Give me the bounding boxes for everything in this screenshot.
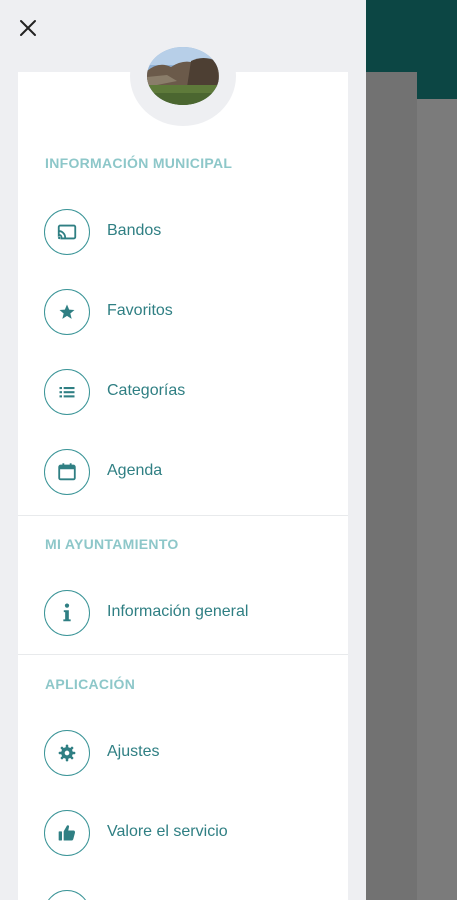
menu-item-valore-el-servicio[interactable]: Valore el servicio bbox=[18, 793, 348, 873]
gear-icon bbox=[58, 744, 76, 762]
thumbs-up-icon bbox=[58, 825, 75, 841]
municipality-avatar-ring bbox=[130, 26, 236, 126]
menu-item-icon-circle bbox=[44, 289, 90, 335]
close-button[interactable] bbox=[14, 14, 42, 42]
list-icon bbox=[59, 387, 75, 398]
close-icon bbox=[20, 20, 36, 36]
section-divider bbox=[18, 654, 348, 655]
calendar-icon bbox=[58, 463, 76, 481]
menu-item-label: Bandos bbox=[107, 222, 162, 239]
cast-icon bbox=[57, 224, 77, 240]
menu-item-label: Información general bbox=[107, 603, 249, 620]
navigation-drawer: INFORMACIÓN MUNICIPAL Bandos Favoritos C… bbox=[0, 0, 366, 900]
menu-item-bandos[interactable]: Bandos bbox=[18, 192, 348, 272]
menu-item-icon-circle bbox=[44, 730, 90, 776]
menu-item-informacion-general[interactable]: Información general bbox=[18, 573, 348, 653]
menu-item-label: Agenda bbox=[107, 462, 163, 479]
menu-item-agenda[interactable]: Agenda bbox=[18, 432, 348, 512]
background-app-header-extension bbox=[417, 72, 457, 99]
menu-item-label: Valore el servicio bbox=[107, 823, 228, 840]
menu-item-icon-circle bbox=[44, 209, 90, 255]
menu-item-partial[interactable] bbox=[18, 873, 348, 900]
section-title-municipal: INFORMACIÓN MUNICIPAL bbox=[45, 155, 233, 171]
menu-item-icon-circle bbox=[44, 890, 90, 900]
menu-item-icon-circle bbox=[44, 590, 90, 636]
menu-item-icon-circle bbox=[44, 449, 90, 495]
background-app-header bbox=[366, 0, 457, 72]
section-divider bbox=[18, 515, 348, 516]
section-title-aplicacion: APLICACIÓN bbox=[45, 676, 136, 692]
section-title-ayuntamiento: MI AYUNTAMIENTO bbox=[45, 536, 179, 552]
municipality-avatar bbox=[147, 47, 219, 105]
menu-item-icon-circle bbox=[44, 369, 90, 415]
menu-item-icon-circle bbox=[44, 810, 90, 856]
menu-item-favoritos[interactable]: Favoritos bbox=[18, 272, 348, 352]
menu-item-label: Categorías bbox=[107, 382, 186, 399]
background-overlay-panel[interactable] bbox=[366, 72, 417, 900]
menu-item-label: Ajustes bbox=[107, 743, 160, 760]
info-icon bbox=[63, 603, 71, 622]
star-icon bbox=[59, 304, 75, 319]
menu-item-categorias[interactable]: Categorías bbox=[18, 352, 348, 432]
menu-item-label: Favoritos bbox=[107, 302, 173, 319]
menu-item-ajustes[interactable]: Ajustes bbox=[18, 713, 348, 793]
